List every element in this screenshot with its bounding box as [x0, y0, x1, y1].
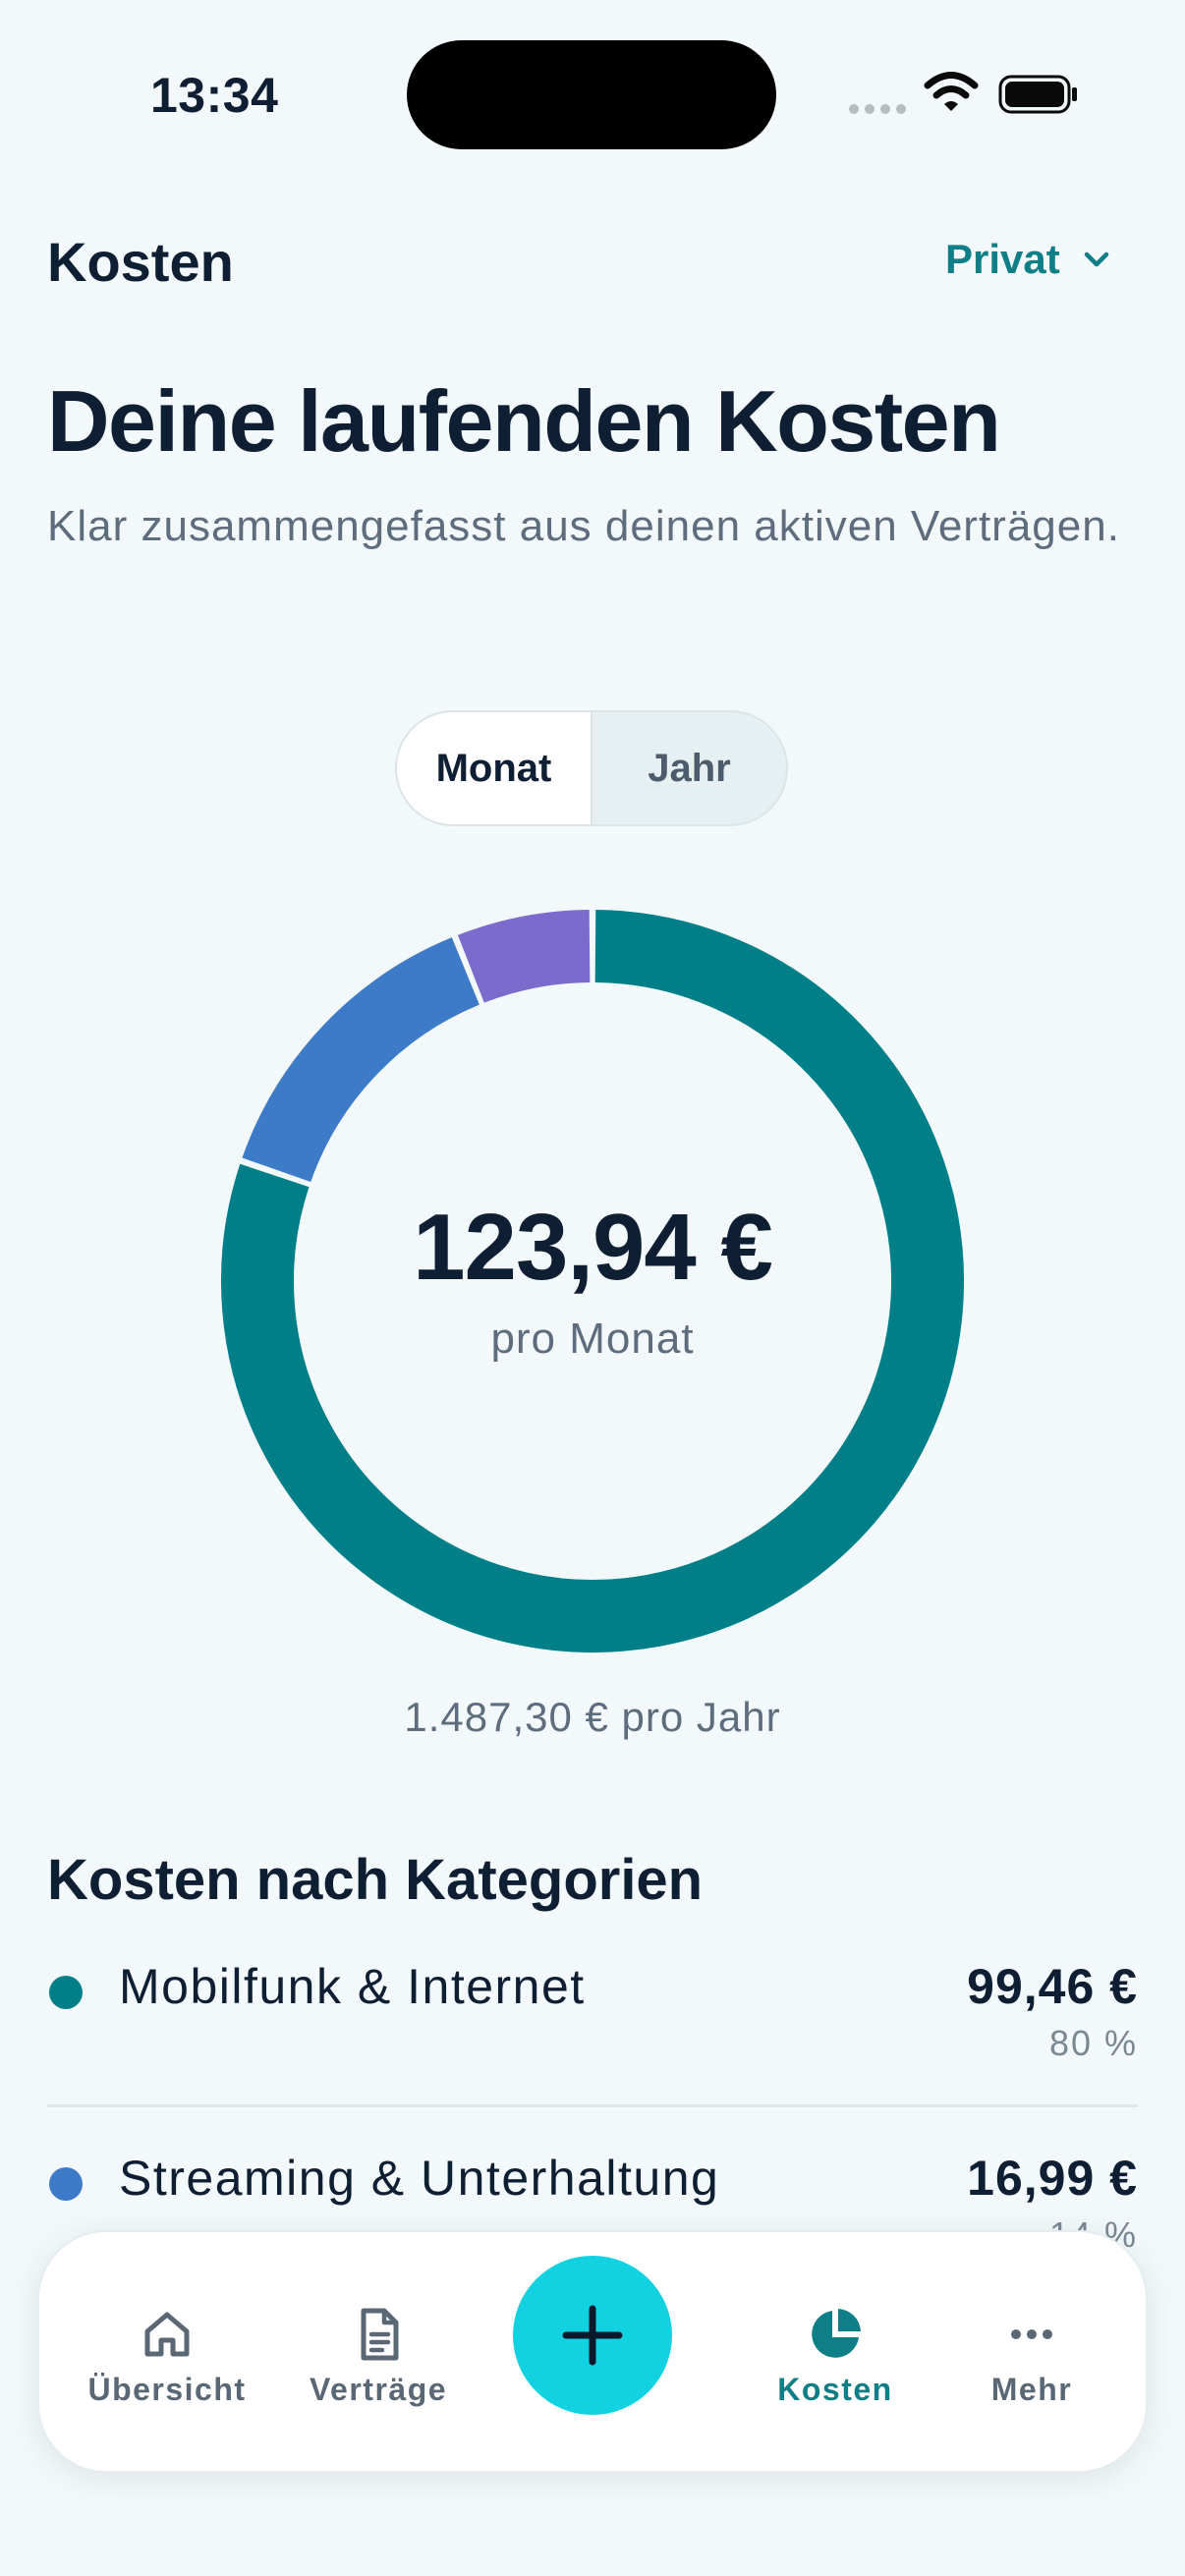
- pie-chart-icon: [812, 2309, 861, 2358]
- tab-contracts[interactable]: Verträge: [295, 2232, 462, 2475]
- tab-label: Kosten: [777, 2372, 893, 2407]
- add-contract-button[interactable]: [513, 2256, 672, 2415]
- category-name: Streaming & Unterhaltung: [119, 2151, 720, 2206]
- donut-slice-2: [457, 910, 591, 1003]
- tab-more[interactable]: Mehr: [958, 2232, 1105, 2475]
- category-color-dot: [49, 1976, 83, 2009]
- home-icon: [144, 2312, 190, 2357]
- tab-label: Verträge: [309, 2372, 448, 2407]
- category-row[interactable]: Mobilfunk & Internet 99,46 € 80 %: [47, 1958, 1138, 2135]
- tab-label: Mehr: [990, 2372, 1073, 2407]
- divider: [47, 2104, 1138, 2107]
- tab-overview[interactable]: Übersicht: [79, 2232, 255, 2475]
- cost-donut-chart: [221, 910, 964, 1652]
- category-color-dot: [49, 2167, 83, 2201]
- total-period-label: pro Monat: [490, 1315, 695, 1363]
- category-percent: 80 %: [1048, 2023, 1138, 2063]
- plus-icon: [562, 2305, 623, 2366]
- tab-costs[interactable]: Kosten: [747, 2232, 924, 2475]
- yearly-total: 1.487,30 € pro Jahr: [404, 1694, 781, 1740]
- category-amount: 16,99 €: [967, 2151, 1138, 2206]
- document-icon: [361, 2308, 399, 2361]
- categories-title: Kosten nach Kategorien: [47, 1848, 704, 1912]
- tab-label: Übersicht: [87, 2372, 247, 2407]
- category-amount: 99,46 €: [967, 1959, 1138, 2014]
- category-name: Mobilfunk & Internet: [119, 1959, 586, 2014]
- more-icon: [1011, 2329, 1052, 2339]
- monthly-total: 123,94 €: [413, 1195, 773, 1300]
- donut-slice-1: [242, 937, 480, 1183]
